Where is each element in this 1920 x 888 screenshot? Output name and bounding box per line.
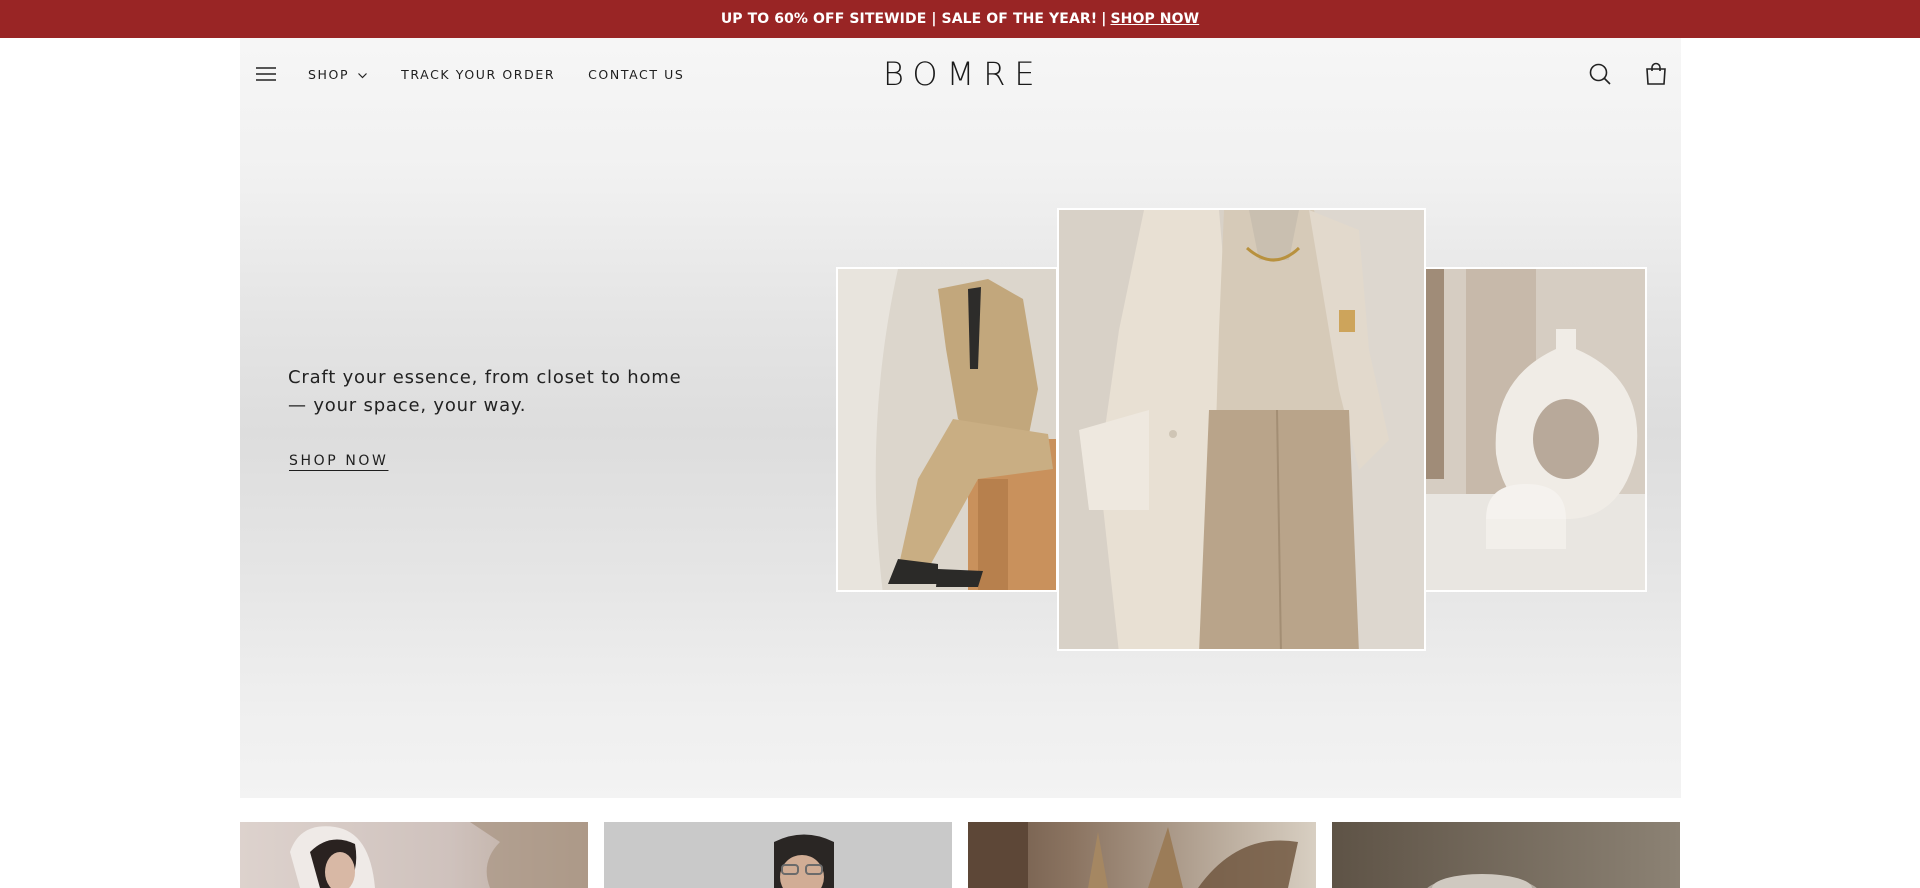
- announcement-bar: UP TO 60% OFF SITEWIDE | SALE OF THE YEA…: [0, 0, 1920, 38]
- home-decor-bowl-photo[interactable]: [1332, 822, 1680, 888]
- site-header: SHOP TRACK YOUR ORDER CONTACT US BOMRE: [240, 38, 1681, 110]
- main-nav: SHOP TRACK YOUR ORDER CONTACT US: [308, 38, 717, 110]
- man-with-glasses-photo[interactable]: [604, 822, 952, 888]
- nav-item-shop[interactable]: SHOP: [308, 67, 368, 82]
- search-icon[interactable]: [1586, 60, 1614, 88]
- announcement-separator: |: [1101, 11, 1107, 27]
- ceramic-donut-vase-photo[interactable]: [1424, 267, 1647, 592]
- nav-item-label: CONTACT US: [588, 66, 685, 82]
- hero-shop-now-link[interactable]: SHOP NOW: [289, 453, 388, 469]
- hero-headline: Craft your essence, from closet to home …: [288, 364, 688, 420]
- woman-in-beige-coat-photo[interactable]: [1057, 208, 1426, 651]
- nav-item-label: TRACK YOUR ORDER: [401, 66, 556, 82]
- hamburger-menu-icon[interactable]: [254, 62, 278, 86]
- hero-headline-line: Craft your essence, from closet to home: [288, 367, 682, 388]
- hero-headline-line: — your space, your way.: [288, 395, 527, 416]
- dried-pampas-grass-photo[interactable]: [968, 822, 1316, 888]
- nav-item-contact-us[interactable]: CONTACT US: [588, 67, 684, 82]
- man-in-camel-suit-photo[interactable]: [836, 267, 1058, 592]
- nav-item-label: SHOP: [308, 66, 350, 82]
- announcement-text: UP TO 60% OFF SITEWIDE | SALE OF THE YEA…: [720, 11, 1098, 27]
- announcement-shop-now-link[interactable]: SHOP NOW: [1110, 11, 1199, 27]
- brand-logo[interactable]: BOMRE: [883, 52, 1043, 96]
- chevron-down-icon: [357, 69, 368, 80]
- nav-item-track-your-order[interactable]: TRACK YOUR ORDER: [401, 67, 555, 82]
- woman-portrait-photo[interactable]: [240, 822, 588, 888]
- shopping-bag-icon[interactable]: [1642, 60, 1670, 88]
